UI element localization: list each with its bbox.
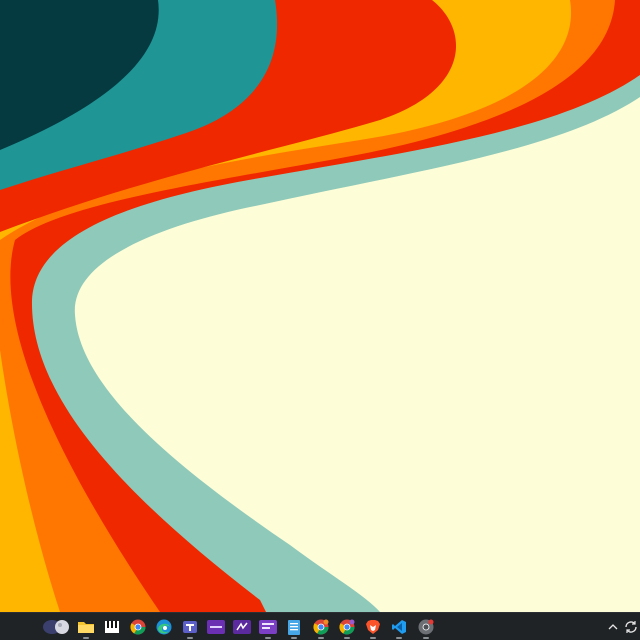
edge-button[interactable] [152, 615, 176, 639]
chrome-profile-4-button[interactable] [414, 615, 438, 639]
purple-app-icon [183, 621, 197, 633]
running-indicator [344, 637, 350, 639]
teams-like-app-button[interactable] [178, 615, 202, 639]
chrome-profile-2-button[interactable] [309, 615, 333, 639]
edge-icon [156, 619, 172, 635]
piano-app-button[interactable] [100, 615, 124, 639]
purple-app-2-button[interactable] [204, 615, 228, 639]
chrome-icon [313, 619, 329, 635]
moon-swirl-icon [43, 620, 69, 634]
purple-tile-icon [259, 620, 277, 634]
purple-tile-icon [207, 620, 225, 634]
sync-icon [625, 621, 637, 633]
chrome-icon [418, 619, 434, 635]
tray-overflow-button[interactable] [604, 615, 622, 639]
chrome-button[interactable] [126, 615, 150, 639]
purple-tile-icon [233, 620, 251, 634]
chevron-up-icon [608, 624, 618, 630]
vscode-icon [392, 620, 406, 634]
cortana-search-button[interactable] [41, 615, 71, 639]
running-indicator [396, 637, 402, 639]
running-indicator [370, 637, 376, 639]
vscode-button[interactable] [387, 615, 411, 639]
running-indicator [291, 637, 297, 639]
purple-app-4-button[interactable] [256, 615, 280, 639]
purple-app-3-button[interactable] [230, 615, 254, 639]
running-indicator [83, 637, 89, 639]
running-indicator [187, 637, 193, 639]
notepad-icon [288, 619, 300, 635]
running-indicator [423, 637, 429, 639]
chrome-icon [339, 619, 355, 635]
chrome-profile-3-button[interactable] [335, 615, 359, 639]
notepad-button[interactable] [282, 615, 306, 639]
running-indicator [265, 637, 271, 639]
file-explorer-button[interactable] [74, 615, 98, 639]
desktop-wallpaper [0, 0, 640, 612]
brave-lion-icon [366, 620, 380, 634]
folder-icon [78, 622, 94, 633]
tray-update-button[interactable] [622, 615, 640, 639]
running-indicator [318, 637, 324, 639]
chrome-icon [130, 619, 146, 635]
taskbar [0, 612, 640, 640]
brave-button[interactable] [361, 615, 385, 639]
piano-keys-icon [105, 621, 119, 633]
